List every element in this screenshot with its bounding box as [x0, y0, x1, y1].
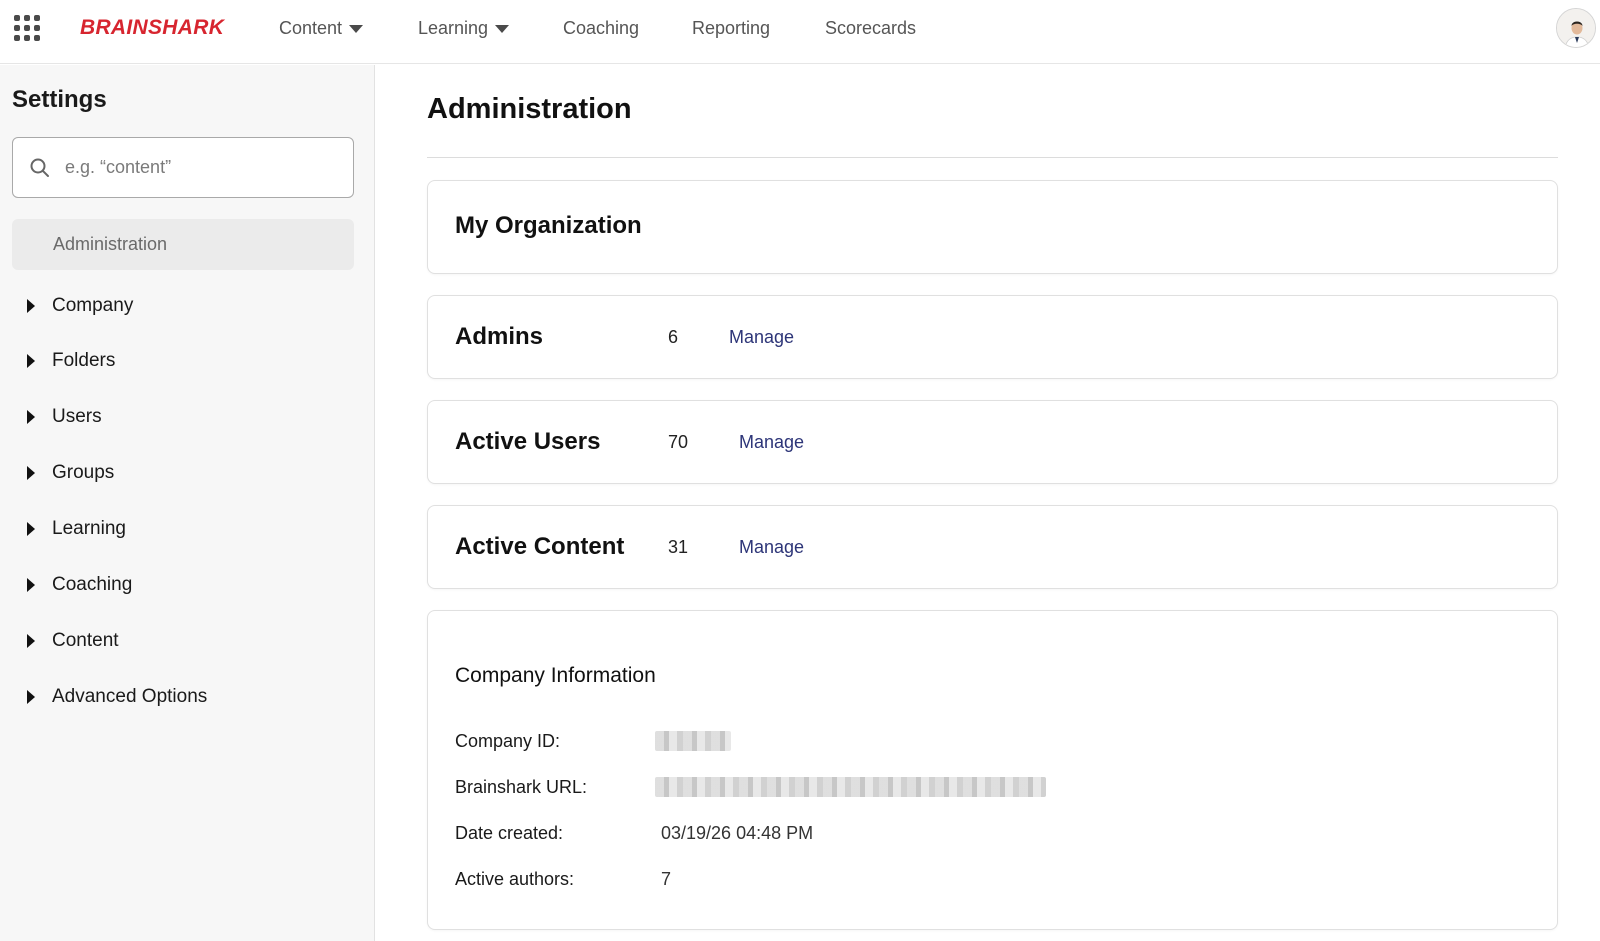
company-id-redacted: [655, 731, 731, 751]
sidebar-item-learning[interactable]: Learning: [27, 517, 126, 541]
nav-reporting-label: Reporting: [692, 18, 771, 38]
sidebar-item-label: Coaching: [52, 574, 133, 595]
sidebar-item-label: Administration: [53, 234, 168, 254]
caret-right-icon: [27, 578, 35, 592]
company-id-label: Company ID:: [455, 731, 561, 751]
active-authors-label: Active authors:: [455, 869, 575, 889]
brainshark-url-redacted: [655, 777, 1046, 797]
sidebar-item-administration[interactable]: Administration: [12, 219, 354, 270]
sidebar-item-groups[interactable]: Groups: [27, 461, 114, 485]
my-organization-title: My Organization: [455, 212, 642, 239]
sidebar-item-folders[interactable]: Folders: [27, 349, 115, 373]
active-authors-value: 7: [661, 869, 672, 889]
sidebar-item-content[interactable]: Content: [27, 629, 119, 653]
active-users-title: Active Users: [455, 428, 601, 455]
admins-title: Admins: [455, 323, 544, 350]
page-title: Administration: [427, 93, 632, 125]
caret-right-icon: [27, 522, 35, 536]
sidebar-item-label: Groups: [52, 462, 115, 483]
settings-sidebar: Settings Administration Company Folders …: [0, 65, 375, 941]
nav-learning[interactable]: Learning: [418, 18, 510, 39]
sidebar-item-label: Content: [52, 630, 119, 651]
manage-admins-link[interactable]: Manage: [729, 327, 794, 348]
date-created-label: Date created:: [455, 823, 564, 843]
caret-right-icon: [27, 354, 35, 368]
active-users-card: Active Users 70 Manage: [427, 400, 1558, 484]
company-information-card: Company Information Company ID: Brainsha…: [427, 610, 1558, 930]
brainshark-logo[interactable]: BRAINSHARK: [80, 16, 224, 40]
search-icon: [30, 158, 49, 177]
avatar[interactable]: [1556, 8, 1596, 48]
manage-content-link[interactable]: Manage: [739, 537, 804, 558]
admins-card: Admins 6 Manage: [427, 295, 1558, 379]
sidebar-item-coaching[interactable]: Coaching: [27, 573, 132, 597]
title-divider: [427, 157, 1558, 158]
sidebar-item-users[interactable]: Users: [27, 405, 102, 429]
nav-content[interactable]: Content: [279, 18, 364, 39]
date-created-value: 03/19/26 04:48 PM: [661, 823, 814, 843]
caret-right-icon: [27, 299, 35, 313]
caret-right-icon: [27, 466, 35, 480]
sidebar-item-advanced-options[interactable]: Advanced Options: [27, 685, 207, 709]
admins-count: 6: [668, 327, 679, 347]
nav-coaching[interactable]: Coaching: [563, 18, 639, 39]
nav-content-label: Content: [279, 18, 343, 38]
company-information-title: Company Information: [455, 664, 656, 687]
sidebar-title: Settings: [12, 86, 107, 113]
nav-learning-label: Learning: [418, 18, 489, 38]
nav-scorecards-label: Scorecards: [825, 18, 917, 38]
top-nav-bar: BRAINSHARK Content Learning Coaching Rep…: [0, 0, 1600, 64]
active-content-title: Active Content: [455, 533, 625, 560]
nav-reporting[interactable]: Reporting: [692, 18, 770, 39]
nav-coaching-label: Coaching: [563, 18, 640, 38]
sidebar-item-label: Advanced Options: [52, 686, 208, 707]
active-content-count: 31: [668, 537, 689, 557]
settings-search[interactable]: [12, 137, 354, 198]
caret-right-icon: [27, 634, 35, 648]
search-input[interactable]: [65, 157, 325, 178]
sidebar-item-label: Learning: [52, 518, 126, 539]
caret-down-icon: [349, 25, 364, 33]
my-organization-card: My Organization: [427, 180, 1558, 274]
sidebar-item-label: Users: [52, 406, 102, 427]
caret-down-icon: [495, 25, 510, 33]
sidebar-item-label: Company: [52, 295, 134, 316]
user-avatar-icon: [1557, 9, 1595, 47]
sidebar-item-company[interactable]: Company: [27, 294, 133, 318]
nav-scorecards[interactable]: Scorecards: [825, 18, 916, 39]
active-users-count: 70: [668, 432, 689, 452]
manage-users-link[interactable]: Manage: [739, 432, 804, 453]
caret-right-icon: [27, 410, 35, 424]
active-content-card: Active Content 31 Manage: [427, 505, 1558, 589]
caret-right-icon: [27, 690, 35, 704]
sidebar-item-label: Folders: [52, 350, 116, 371]
brainshark-url-label: Brainshark URL:: [455, 777, 588, 797]
grid-icon[interactable]: [14, 15, 40, 41]
